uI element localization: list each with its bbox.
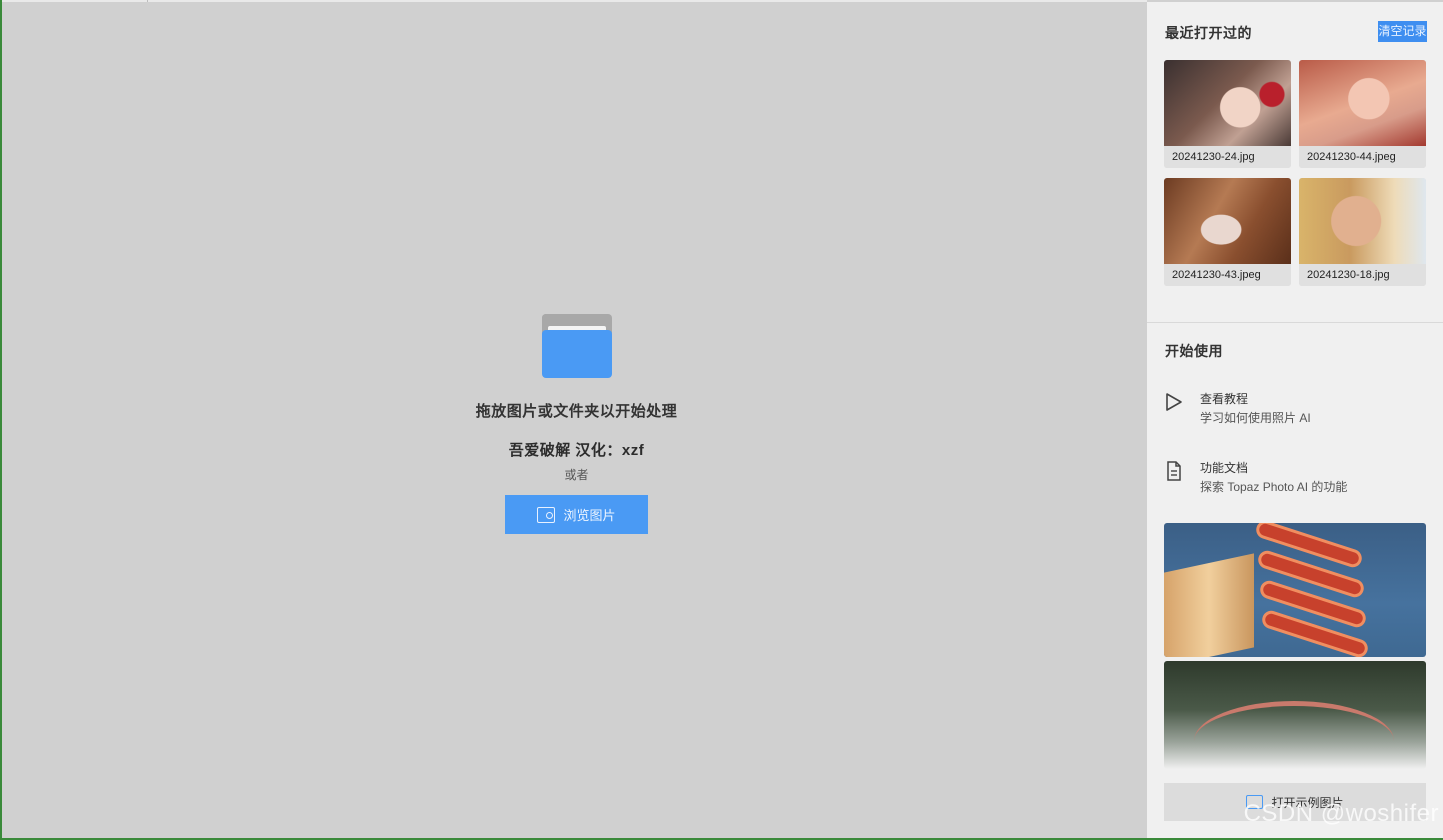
browse-images-button[interactable]: 浏览图片 xyxy=(505,495,648,534)
watermark: CSDN @woshifer xyxy=(1243,800,1439,827)
app-window: 拖放图片或文件夹以开始处理 吾爱破解 汉化：xzf 或者 浏览图片 最近打开过的… xyxy=(0,0,1443,840)
browse-images-label: 浏览图片 xyxy=(563,508,616,523)
recent-file-thumb[interactable]: 20241230-18.jpg xyxy=(1299,178,1426,286)
documentation-title: 功能文档 xyxy=(1200,461,1249,475)
documentation-link[interactable]: 功能文档 探索 Topaz Photo AI 的功能 xyxy=(1165,459,1427,503)
recent-file-thumb[interactable]: 20241230-24.jpg xyxy=(1164,60,1291,168)
sidebar: 最近打开过的 清空记录 20241230-24.jpg 20241230-44.… xyxy=(1147,2,1443,838)
recent-file-thumb[interactable]: 20241230-44.jpeg xyxy=(1299,60,1426,168)
recent-title: 最近打开过的 xyxy=(1165,25,1252,41)
recent-file-name: 20241230-44.jpeg xyxy=(1299,146,1426,168)
folder-icon xyxy=(541,314,612,378)
play-icon xyxy=(1166,393,1182,411)
start-title: 开始使用 xyxy=(1165,343,1223,359)
tutorial-title: 查看教程 xyxy=(1200,392,1249,406)
sample-image-neon-sign[interactable] xyxy=(1164,523,1426,657)
recent-file-image xyxy=(1299,178,1426,264)
recent-file-name: 20241230-24.jpg xyxy=(1164,146,1291,168)
sample-image-landscape[interactable] xyxy=(1164,661,1426,769)
recent-file-name: 20241230-18.jpg xyxy=(1299,264,1426,286)
tutorial-link[interactable]: 查看教程 学习如何使用照片 AI xyxy=(1165,390,1427,434)
documentation-subtitle: 探索 Topaz Photo AI 的功能 xyxy=(1200,480,1348,494)
tutorial-subtitle: 学习如何使用照片 AI xyxy=(1200,411,1311,425)
drop-zone[interactable]: 拖放图片或文件夹以开始处理 吾爱破解 汉化：xzf 或者 浏览图片 xyxy=(444,314,709,534)
drop-instruction: 拖放图片或文件夹以开始处理 xyxy=(475,403,678,420)
document-icon xyxy=(1167,461,1181,481)
or-text: 或者 xyxy=(564,468,589,482)
recent-file-image xyxy=(1299,60,1426,146)
section-divider xyxy=(1147,322,1443,323)
recent-file-image xyxy=(1164,178,1291,264)
credit-text: 吾爱破解 汉化：xzf xyxy=(508,442,645,459)
image-folder-icon xyxy=(537,506,556,523)
recent-file-image xyxy=(1164,60,1291,146)
recent-file-thumb[interactable]: 20241230-43.jpeg xyxy=(1164,178,1291,286)
recent-file-name: 20241230-43.jpeg xyxy=(1164,264,1291,286)
clear-history-link[interactable]: 清空记录 xyxy=(1378,21,1427,42)
drop-area[interactable]: 拖放图片或文件夹以开始处理 吾爱破解 汉化：xzf 或者 浏览图片 xyxy=(4,2,1147,838)
